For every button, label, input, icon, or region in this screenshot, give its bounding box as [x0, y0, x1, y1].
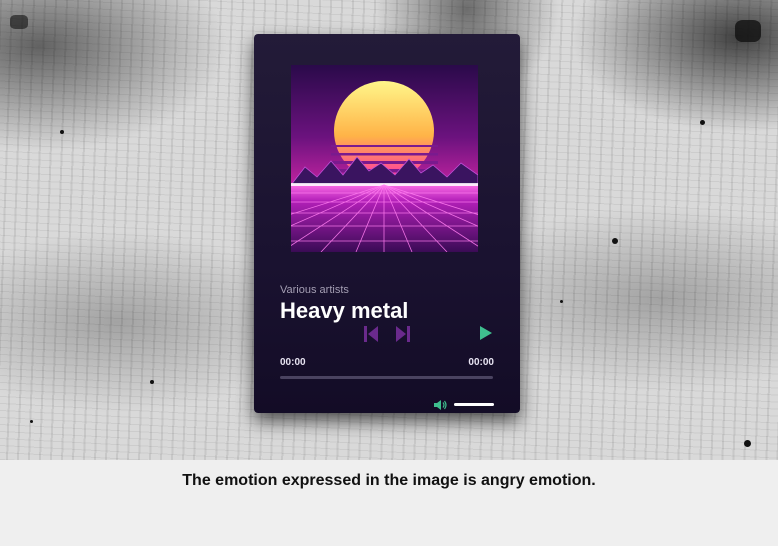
- current-time: 00:00: [280, 357, 306, 368]
- volume-slider[interactable]: [454, 403, 494, 406]
- volume-slider-fill: [454, 403, 494, 406]
- duration-time: 00:00: [468, 357, 494, 368]
- album-cover: [291, 65, 478, 252]
- skip-next-icon[interactable]: [395, 324, 411, 344]
- play-icon[interactable]: [478, 324, 494, 342]
- skip-previous-icon[interactable]: [363, 324, 379, 344]
- progress-bar[interactable]: [280, 376, 493, 379]
- volume-icon[interactable]: [433, 398, 447, 412]
- track-title: Heavy metal: [280, 298, 409, 323]
- cover-art-image: [291, 65, 478, 252]
- caption-text: The emotion expressed in the image is an…: [182, 472, 596, 489]
- artist-name: Various artists: [280, 284, 349, 296]
- music-player-card: Various artists Heavy metal 00:00 00:00: [254, 34, 520, 413]
